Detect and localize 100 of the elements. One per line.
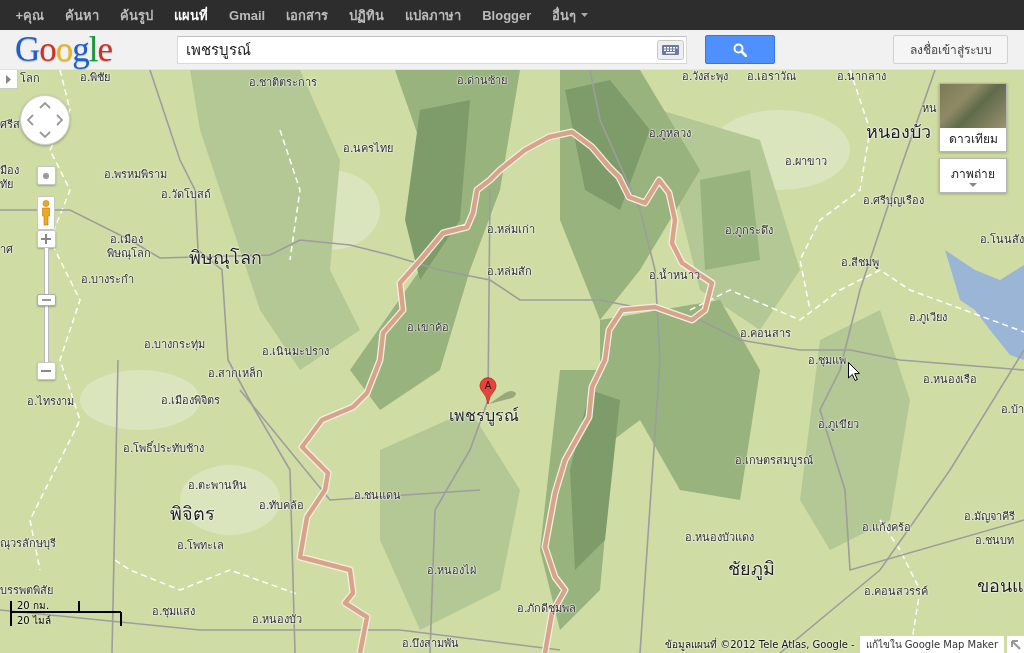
district-label: หน [922,102,937,116]
chevron-up-icon[interactable] [39,102,51,109]
street-view-control[interactable] [37,196,55,230]
map-maker-link[interactable]: แก้ไขใน Google Map Maker [859,636,1004,653]
district-label: อ.คอนสวรรค์ [864,585,929,599]
district-label: อ.ชุมแสง [152,605,196,619]
district-label: อ.สีชมพู [841,256,880,270]
district-label: อ.ผาขาว [785,155,828,169]
province-label: พิษณุโลก [189,248,262,268]
district-label: อ.แก้งคร้อ [862,521,912,535]
district-label: อ.หล่มเก่า [487,223,536,237]
dot-icon [43,172,49,179]
nav-link[interactable]: ค้นหา [54,0,110,30]
nav-link[interactable]: ปฏิทิน [338,0,395,30]
province-label: ขอนแ [977,576,1024,596]
caret-down-icon [969,182,977,187]
district-label: อ.นครไทย [343,142,394,156]
more-menu[interactable]: อื่นๆ [541,0,599,30]
district-label: มือง [0,164,19,178]
chevron-down-icon[interactable] [39,131,51,138]
district-label: อ.โพธิ์ประทับช้าง [123,442,205,456]
district-label: อ.หนองเรือ [923,373,978,387]
district-label: อ.เมือง [110,233,144,247]
minus-icon [41,370,51,372]
district-label: อ.บ้า [1000,403,1024,417]
district-label: พิษณุโลก [107,247,151,261]
plus-icon [41,234,51,244]
map-type-dropdown[interactable]: ภาพถ่าย [939,158,1007,193]
search-icon [733,42,747,57]
district-label: อ.ภูเวียง [909,311,948,325]
district-label: อ.ด่านซ้าย [457,74,508,88]
district-label: อ.บางกระทุ่ม [144,338,206,352]
caret-right-icon [6,74,11,84]
nav-link[interactable]: +คุณ [5,0,55,30]
scale-label: 20 ไมล์ [17,615,51,626]
district-label: อ.พรหมพิราม [104,168,168,182]
district-label: อ.ชุมแพ [808,354,847,368]
district-label: อ.ภูเขียว [818,418,860,432]
district-label: าศ [0,243,13,257]
district-label: อ.หล่มสัก [487,265,533,279]
google-logo[interactable]: Google [15,31,111,68]
mouse-pointer-icon [848,362,860,381]
district-label: อ.หนองบัวแดง [685,531,755,545]
district-label: บรรพตพิสัย [0,584,53,598]
district-label: อ.พิชัย [80,71,111,85]
nav-link[interactable]: เอกสาร [275,0,339,30]
district-label: อ.ศรีบุญเรือง [863,194,925,208]
arrow-up-left-icon [1010,639,1021,650]
scale-label: 20 กม. [17,600,50,611]
search-button[interactable] [705,35,775,64]
district-label: อ.ชาติตระการ [249,76,318,90]
province-label: ชัยภูมิ [728,559,775,579]
sign-in-button[interactable]: ลงชื่อเข้าสู่ระบบ [893,35,1008,64]
keyboard-icon[interactable] [657,39,684,60]
photo-placeholder [940,84,1006,128]
district-label: อ.วัดโบสถ์ [161,188,212,202]
caret-down-icon [581,13,589,17]
district-label: อ.นากลาง [837,70,887,84]
district-label: อ.เมืองพิจิตร [161,394,221,408]
district-label: ทัย [0,178,13,192]
district-label: อ.มัญจาคีรี [964,510,1016,524]
person-icon[interactable] [41,200,51,226]
province-label: พิจิตร [170,504,215,524]
map-data-attribution: ข้อมูลแผนที่ ©2012 Tele Atlas, Google - [665,638,855,653]
district-label: อ.เกษตรสมบูรณ์ [735,454,814,468]
district-label: โลก [20,72,40,86]
search-field[interactable]: เพชรบูรณ์ [177,35,687,64]
district-label: อ.หนองไผ่ [427,564,477,578]
nav-link[interactable]: แปลภาษา [394,0,472,30]
district-label: อ.บางระกำ [81,273,135,287]
nav-link[interactable]: Blogger [471,0,542,30]
district-label: ณุวรลักษบุรี [0,537,56,551]
overview-toggle-button[interactable] [1007,636,1024,653]
panel-toggle-button[interactable] [0,70,18,89]
district-label: อ.น้ำหนาว [649,269,701,283]
district-label: อ.ไทรงาม [27,395,75,409]
district-label: ศรีส [0,118,20,132]
satellite-view-button[interactable]: ดาวเทียม [939,83,1007,152]
district-label: อ.วังสะพุง [682,70,729,84]
nav-link[interactable]: ค้นรูป [109,0,164,30]
district-label: อ.ภักดีชุมพล [517,602,577,616]
chevron-left-icon[interactable] [27,114,34,126]
district-label: อ.สากเหล็ก [208,367,264,381]
nav-link[interactable]: Gmail [218,0,276,30]
district-label: อ.โพทะเล [177,539,225,553]
district-label: อ.ชนบท [975,534,1015,548]
district-label: อ.คอนสาร [740,327,792,341]
district-label: อ.ชนแดน [354,489,402,503]
city-label: เพชรบูรณ์ [449,406,519,426]
district-label: อ.ทับคล้อ [259,499,305,513]
district-label: อ.ตะพานหิน [188,479,248,493]
province-label: หนองบัว [866,122,931,142]
nav-link[interactable]: แผนที่ [163,0,219,30]
chevron-right-icon[interactable] [56,114,63,126]
district-label: อ.ภูหลวง [649,127,692,141]
district-label: อ.โนนสัง [979,233,1024,247]
district-label: อ.เนินมะปราง [262,345,330,359]
district-label: อ.ภูกระดึง [725,224,774,238]
district-label: อ.เอราวัณ [747,70,797,84]
district-label: อ.เขาค้อ [407,321,450,335]
